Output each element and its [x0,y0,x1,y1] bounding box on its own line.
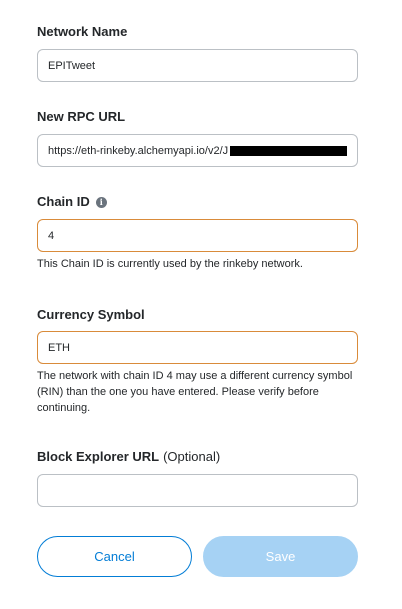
chain-id-helper-text: This Chain ID is currently used by the r… [37,258,303,270]
save-button[interactable]: Save [203,536,358,577]
network-name-input[interactable]: EPITweet [37,49,358,82]
currency-symbol-value: ETH [48,341,70,354]
currency-symbol-input[interactable]: ETH [37,331,358,364]
cancel-button[interactable]: Cancel [37,536,192,577]
currency-symbol-warning: The network with chain ID 4 may use a di… [37,370,353,414]
currency-symbol-label: Currency Symbol [37,307,145,322]
rpc-url-input[interactable]: https://eth-rinkeby.alchemyapi.io/v2/J [37,134,358,167]
chain-id-value: 4 [48,229,55,242]
network-name-value: EPITweet [48,59,96,72]
network-name-label: Network Name [37,24,128,39]
info-icon[interactable]: i [95,196,107,208]
redaction-bar [230,145,347,156]
rpc-url-label: New RPC URL [37,109,126,124]
rpc-url-value: https://eth-rinkeby.alchemyapi.io/v2/J [48,144,229,157]
block-explorer-label: Block Explorer URL [37,449,160,464]
chain-id-label-row: Chain ID i [37,194,107,209]
chain-id-label: Chain ID [37,194,90,209]
chain-id-input[interactable]: 4 [37,219,358,252]
optional-tag: (Optional) [163,449,221,464]
block-explorer-label-row: Block Explorer URL (Optional) [37,449,220,464]
block-explorer-input[interactable] [37,474,358,507]
